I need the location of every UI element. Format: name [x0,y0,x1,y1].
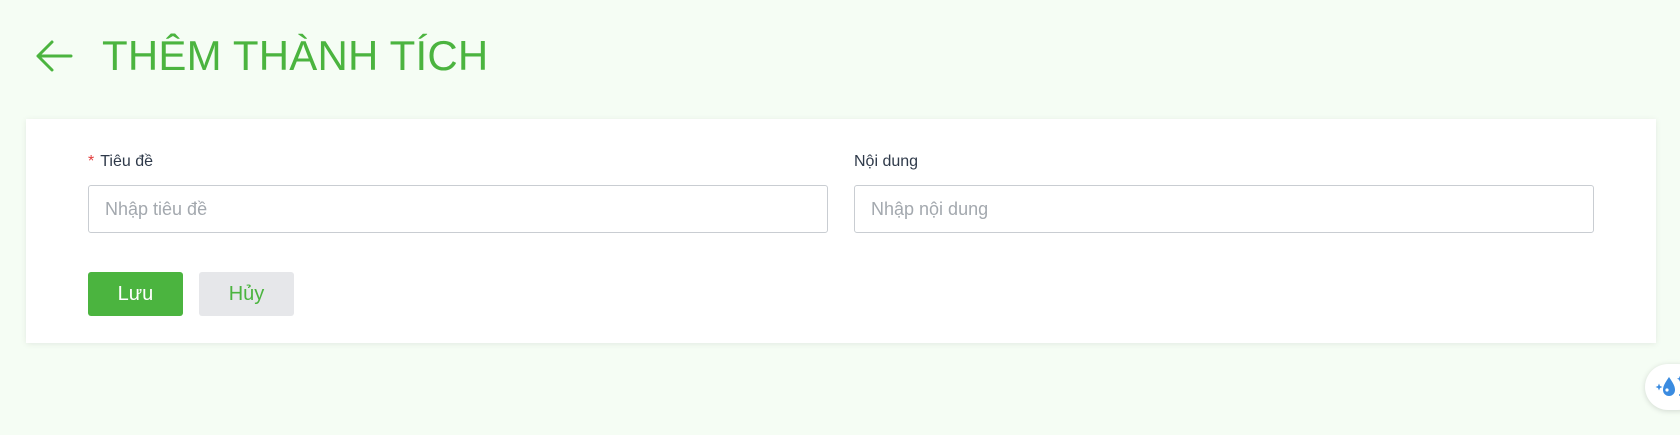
save-button[interactable]: Lưu [88,272,183,316]
content-label: Nội dung [854,151,1594,173]
content-field-group: Nội dung [854,151,1594,233]
content-label-text: Nội dung [854,153,919,170]
page-header: THÊM THÀNH TÍCH [34,26,488,86]
water-drop-sparkle-icon [1655,376,1680,396]
form-card: * Tiêu đề Nội dung Lưu Hủy [26,119,1656,343]
form-actions: Lưu Hủy [88,272,294,316]
title-input[interactable] [88,185,828,233]
title-label-text: Tiêu đề [100,153,154,170]
page-title: THÊM THÀNH TÍCH [102,32,489,79]
arrow-left-icon [36,40,73,72]
title-field-group: * Tiêu đề [88,151,828,233]
cancel-button[interactable]: Hủy [199,272,294,316]
back-button[interactable] [34,36,74,76]
floating-assistant-button[interactable] [1645,364,1680,410]
title-label: * Tiêu đề [88,151,828,173]
required-mark: * [88,153,95,170]
content-input[interactable] [854,185,1594,233]
